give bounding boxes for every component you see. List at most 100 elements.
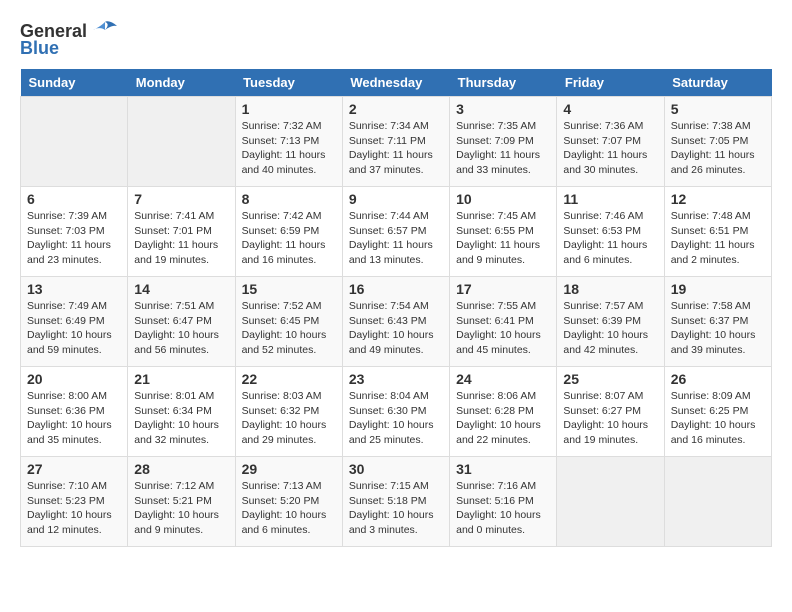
empty-cell [664, 457, 771, 547]
day-cell-19: 19 Sunrise: 7:58 AM Sunset: 6:37 PM Dayli… [664, 277, 771, 367]
day-info-16: Sunrise: 7:54 AM Sunset: 6:43 PM Dayligh… [349, 299, 443, 358]
day-cell-13: 13 Sunrise: 7:49 AM Sunset: 6:49 PM Dayli… [21, 277, 128, 367]
day-number-23: 23 [349, 371, 443, 387]
day-number-10: 10 [456, 191, 550, 207]
header-wednesday: Wednesday [342, 69, 449, 97]
day-info-5: Sunrise: 7:38 AM Sunset: 7:05 PM Dayligh… [671, 119, 765, 178]
day-number-18: 18 [563, 281, 657, 297]
day-number-8: 8 [242, 191, 336, 207]
day-info-4: Sunrise: 7:36 AM Sunset: 7:07 PM Dayligh… [563, 119, 657, 178]
day-cell-30: 30 Sunrise: 7:15 AM Sunset: 5:18 PM Dayli… [342, 457, 449, 547]
day-info-27: Sunrise: 7:10 AM Sunset: 5:23 PM Dayligh… [27, 479, 121, 538]
week-row-4: 20 Sunrise: 8:00 AM Sunset: 6:36 PM Dayli… [21, 367, 772, 457]
day-info-13: Sunrise: 7:49 AM Sunset: 6:49 PM Dayligh… [27, 299, 121, 358]
day-cell-6: 6 Sunrise: 7:39 AM Sunset: 7:03 PM Daylig… [21, 187, 128, 277]
day-cell-11: 11 Sunrise: 7:46 AM Sunset: 6:53 PM Dayli… [557, 187, 664, 277]
empty-cell [557, 457, 664, 547]
day-info-22: Sunrise: 8:03 AM Sunset: 6:32 PM Dayligh… [242, 389, 336, 448]
day-number-13: 13 [27, 281, 121, 297]
day-cell-9: 9 Sunrise: 7:44 AM Sunset: 6:57 PM Daylig… [342, 187, 449, 277]
day-number-29: 29 [242, 461, 336, 477]
day-cell-10: 10 Sunrise: 7:45 AM Sunset: 6:55 PM Dayli… [450, 187, 557, 277]
week-row-5: 27 Sunrise: 7:10 AM Sunset: 5:23 PM Dayli… [21, 457, 772, 547]
day-info-19: Sunrise: 7:58 AM Sunset: 6:37 PM Dayligh… [671, 299, 765, 358]
empty-cell [128, 97, 235, 187]
day-info-12: Sunrise: 7:48 AM Sunset: 6:51 PM Dayligh… [671, 209, 765, 268]
day-cell-21: 21 Sunrise: 8:01 AM Sunset: 6:34 PM Dayli… [128, 367, 235, 457]
day-number-20: 20 [27, 371, 121, 387]
header: General Blue [20, 20, 772, 59]
logo: General Blue [20, 20, 119, 59]
week-row-2: 6 Sunrise: 7:39 AM Sunset: 7:03 PM Daylig… [21, 187, 772, 277]
header-sunday: Sunday [21, 69, 128, 97]
day-number-28: 28 [134, 461, 228, 477]
day-number-21: 21 [134, 371, 228, 387]
header-thursday: Thursday [450, 69, 557, 97]
day-number-4: 4 [563, 101, 657, 117]
day-info-3: Sunrise: 7:35 AM Sunset: 7:09 PM Dayligh… [456, 119, 550, 178]
day-cell-17: 17 Sunrise: 7:55 AM Sunset: 6:41 PM Dayli… [450, 277, 557, 367]
day-number-15: 15 [242, 281, 336, 297]
day-number-14: 14 [134, 281, 228, 297]
day-number-26: 26 [671, 371, 765, 387]
day-cell-29: 29 Sunrise: 7:13 AM Sunset: 5:20 PM Dayli… [235, 457, 342, 547]
day-cell-18: 18Sunrise: 7:57 AM Sunset: 6:39 PM Dayli… [557, 277, 664, 367]
day-cell-7: 7Sunrise: 7:41 AM Sunset: 7:01 PM Daylig… [128, 187, 235, 277]
day-number-25: 25 [563, 371, 657, 387]
day-cell-25: 25 Sunrise: 8:07 AM Sunset: 6:27 PM Dayli… [557, 367, 664, 457]
day-cell-24: 24Sunrise: 8:06 AM Sunset: 6:28 PM Dayli… [450, 367, 557, 457]
day-cell-12: 12 Sunrise: 7:48 AM Sunset: 6:51 PM Dayli… [664, 187, 771, 277]
day-cell-26: 26 Sunrise: 8:09 AM Sunset: 6:25 PM Dayli… [664, 367, 771, 457]
calendar-table: SundayMondayTuesdayWednesdayThursdayFrid… [20, 69, 772, 547]
day-cell-3: 3 Sunrise: 7:35 AM Sunset: 7:09 PM Daylig… [450, 97, 557, 187]
day-number-31: 31 [456, 461, 550, 477]
day-info-11: Sunrise: 7:46 AM Sunset: 6:53 PM Dayligh… [563, 209, 657, 268]
calendar-header-row: SundayMondayTuesdayWednesdayThursdayFrid… [21, 69, 772, 97]
day-info-26: Sunrise: 8:09 AM Sunset: 6:25 PM Dayligh… [671, 389, 765, 448]
day-cell-4: 4 Sunrise: 7:36 AM Sunset: 7:07 PM Daylig… [557, 97, 664, 187]
day-number-17: 17 [456, 281, 550, 297]
day-number-11: 11 [563, 191, 657, 207]
day-info-10: Sunrise: 7:45 AM Sunset: 6:55 PM Dayligh… [456, 209, 550, 268]
day-info-28: Sunrise: 7:12 AM Sunset: 5:21 PM Dayligh… [134, 479, 228, 538]
day-info-31: Sunrise: 7:16 AM Sunset: 5:16 PM Dayligh… [456, 479, 550, 538]
day-cell-31: 31 Sunrise: 7:16 AM Sunset: 5:16 PM Dayli… [450, 457, 557, 547]
day-info-2: Sunrise: 7:34 AM Sunset: 7:11 PM Dayligh… [349, 119, 443, 178]
logo-bird-icon [91, 20, 119, 42]
day-info-1: Sunrise: 7:32 AM Sunset: 7:13 PM Dayligh… [242, 119, 336, 178]
day-number-22: 22 [242, 371, 336, 387]
day-cell-8: 8 Sunrise: 7:42 AM Sunset: 6:59 PM Daylig… [235, 187, 342, 277]
day-info-30: Sunrise: 7:15 AM Sunset: 5:18 PM Dayligh… [349, 479, 443, 538]
day-info-23: Sunrise: 8:04 AM Sunset: 6:30 PM Dayligh… [349, 389, 443, 448]
day-number-2: 2 [349, 101, 443, 117]
day-cell-5: 5 Sunrise: 7:38 AM Sunset: 7:05 PM Daylig… [664, 97, 771, 187]
day-number-24: 24 [456, 371, 550, 387]
day-number-9: 9 [349, 191, 443, 207]
day-info-21: Sunrise: 8:01 AM Sunset: 6:34 PM Dayligh… [134, 389, 228, 448]
day-cell-15: 15 Sunrise: 7:52 AM Sunset: 6:45 PM Dayli… [235, 277, 342, 367]
week-row-3: 13 Sunrise: 7:49 AM Sunset: 6:49 PM Dayli… [21, 277, 772, 367]
day-number-5: 5 [671, 101, 765, 117]
empty-cell [21, 97, 128, 187]
week-row-1: 1Sunrise: 7:32 AM Sunset: 7:13 PM Daylig… [21, 97, 772, 187]
day-cell-16: 16 Sunrise: 7:54 AM Sunset: 6:43 PM Dayli… [342, 277, 449, 367]
day-info-15: Sunrise: 7:52 AM Sunset: 6:45 PM Dayligh… [242, 299, 336, 358]
day-info-29: Sunrise: 7:13 AM Sunset: 5:20 PM Dayligh… [242, 479, 336, 538]
day-number-12: 12 [671, 191, 765, 207]
day-number-3: 3 [456, 101, 550, 117]
day-info-9: Sunrise: 7:44 AM Sunset: 6:57 PM Dayligh… [349, 209, 443, 268]
day-number-19: 19 [671, 281, 765, 297]
day-info-6: Sunrise: 7:39 AM Sunset: 7:03 PM Dayligh… [27, 209, 121, 268]
day-number-6: 6 [27, 191, 121, 207]
day-info-17: Sunrise: 7:55 AM Sunset: 6:41 PM Dayligh… [456, 299, 550, 358]
day-info-20: Sunrise: 8:00 AM Sunset: 6:36 PM Dayligh… [27, 389, 121, 448]
day-cell-23: 23 Sunrise: 8:04 AM Sunset: 6:30 PM Dayli… [342, 367, 449, 457]
day-number-16: 16 [349, 281, 443, 297]
day-cell-27: 27 Sunrise: 7:10 AM Sunset: 5:23 PM Dayli… [21, 457, 128, 547]
day-info-25: Sunrise: 8:07 AM Sunset: 6:27 PM Dayligh… [563, 389, 657, 448]
day-number-30: 30 [349, 461, 443, 477]
day-info-8: Sunrise: 7:42 AM Sunset: 6:59 PM Dayligh… [242, 209, 336, 268]
day-number-27: 27 [27, 461, 121, 477]
day-cell-28: 28 Sunrise: 7:12 AM Sunset: 5:21 PM Dayli… [128, 457, 235, 547]
day-info-7: Sunrise: 7:41 AM Sunset: 7:01 PM Dayligh… [134, 209, 228, 268]
